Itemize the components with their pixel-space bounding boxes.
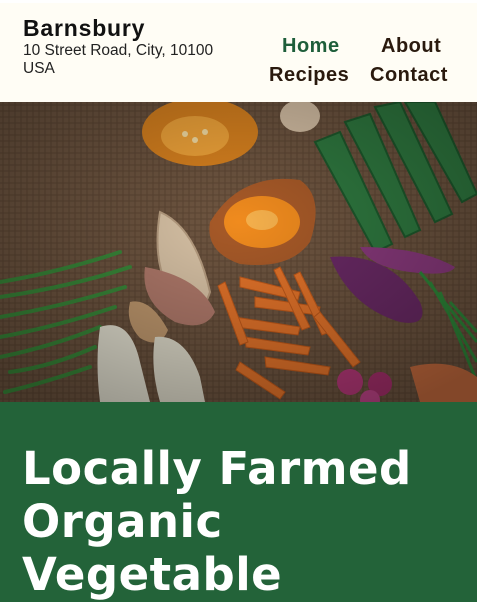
hero-image — [0, 102, 477, 402]
nav-link-recipes[interactable]: Recipes — [269, 63, 349, 87]
banner-title: Locally Farmed Organic Vegetable — [22, 442, 412, 601]
nav-link-about[interactable]: About — [381, 34, 441, 58]
nav-link-home[interactable]: Home — [282, 34, 340, 58]
site-header: Barnsbury 10 Street Road, City, 10100 US… — [0, 3, 477, 102]
brand-name[interactable]: Barnsbury — [23, 15, 243, 41]
hero-banner: Locally Farmed Organic Vegetable — [0, 402, 477, 602]
brand-address: 10 Street Road, City, 10100 USA — [23, 42, 214, 77]
nav-link-contact[interactable]: Contact — [370, 63, 448, 87]
brand: Barnsbury 10 Street Road, City, 10100 US… — [23, 15, 243, 78]
vegetables-photo — [0, 102, 477, 402]
